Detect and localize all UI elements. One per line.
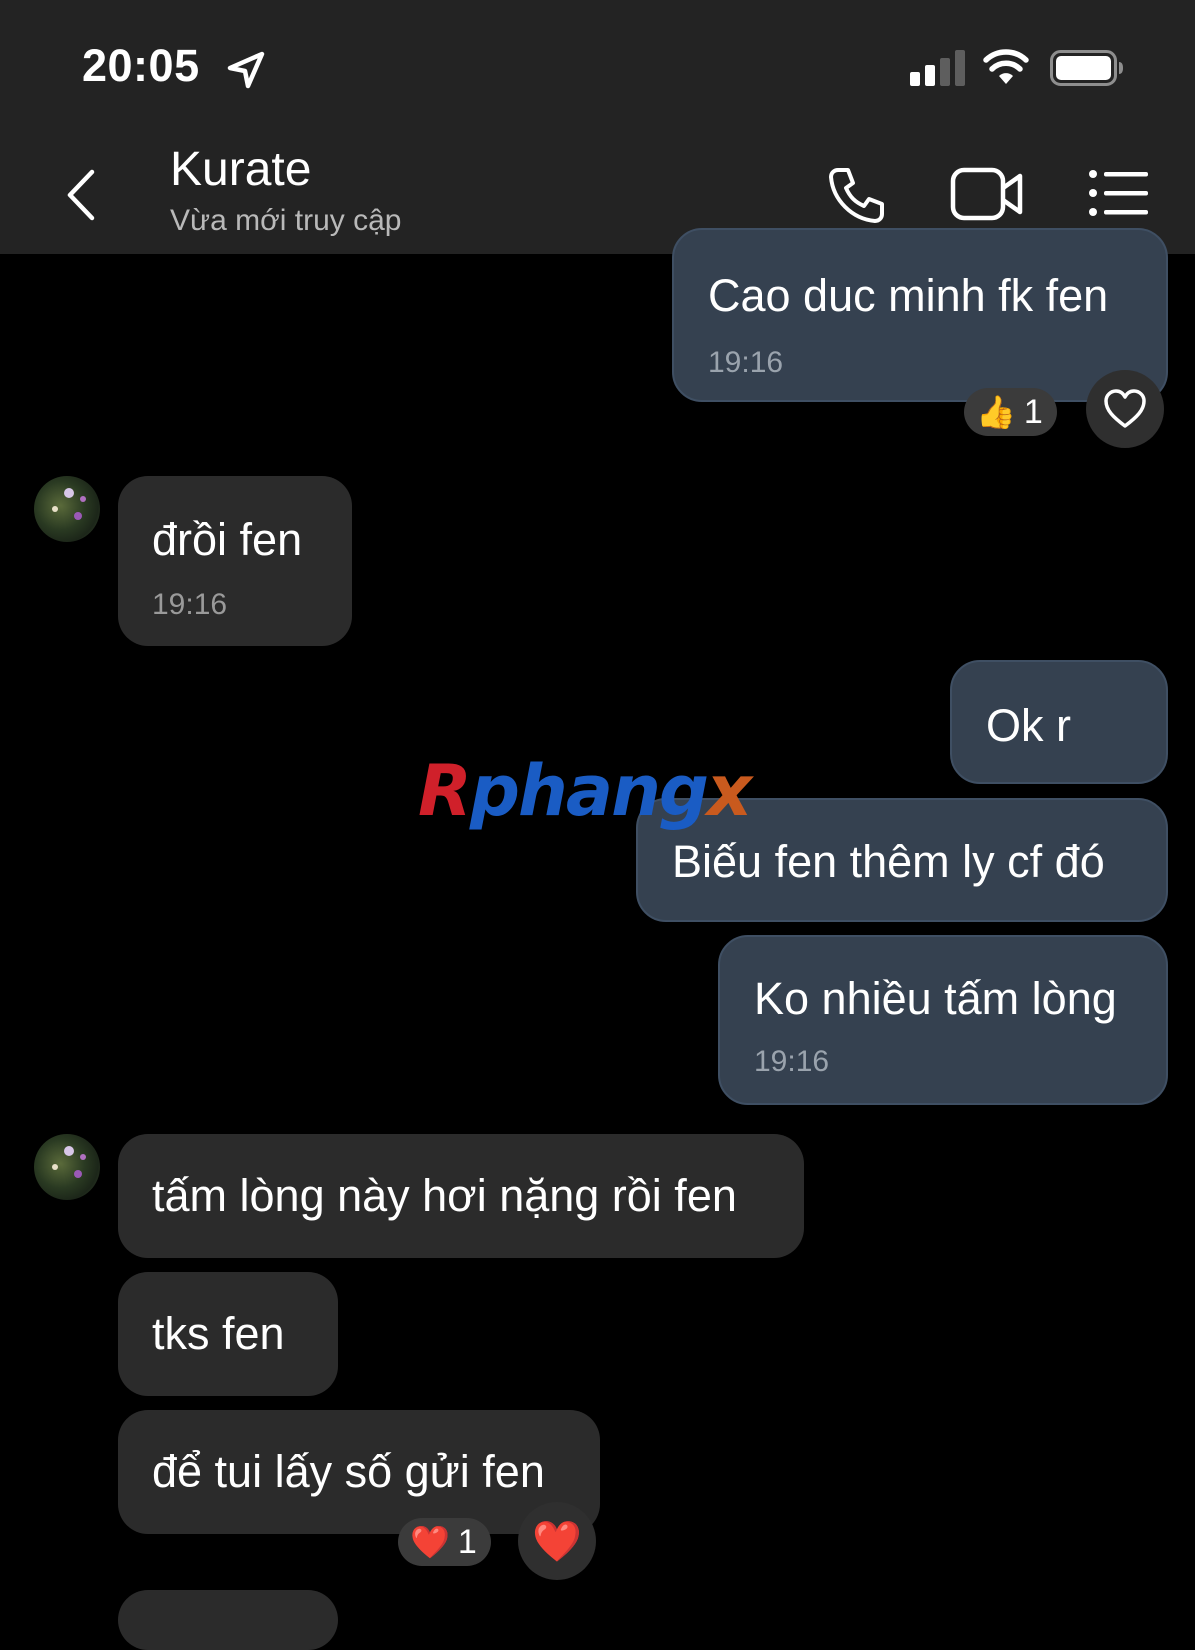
message-time: 19:16	[708, 346, 784, 379]
message-time: 19:16	[152, 588, 228, 621]
watermark-logo: Rphangx	[418, 750, 752, 832]
message-bubble-outgoing[interactable]: Ko nhiều tấm lòng 19:16	[718, 935, 1168, 1105]
message-text: tấm lòng này hơi nặng rồi fen	[152, 1170, 737, 1221]
message-bubble-outgoing[interactable]: Cao duc minh fk fen 19:16	[672, 228, 1168, 402]
reaction-count: 1	[1023, 392, 1043, 431]
contact-avatar[interactable]	[34, 1134, 100, 1200]
message-bubble-incoming-partial[interactable]	[118, 1590, 338, 1650]
thumbs-up-emoji: 👍	[976, 394, 1016, 430]
back-chevron-icon[interactable]	[62, 168, 102, 222]
heart-outline-icon	[1104, 389, 1146, 428]
status-time: 20:05	[82, 40, 200, 91]
message-text: đrồi fen	[152, 514, 303, 565]
react-heart-button[interactable]	[1086, 370, 1164, 448]
react-heart-button[interactable]: ❤️	[518, 1502, 596, 1580]
contact-avatar[interactable]	[34, 476, 100, 542]
message-bubble-outgoing[interactable]: Ok r	[950, 660, 1168, 784]
message-text: Ko nhiều tấm lòng	[754, 973, 1117, 1024]
message-text: Biếu fen thêm ly cf đó	[672, 836, 1105, 887]
heart-filled-icon: ❤️	[532, 1519, 582, 1564]
reaction-summary[interactable]: 👍 1	[964, 388, 1057, 436]
message-text: tks fen	[152, 1308, 285, 1359]
status-bar: 20:05	[0, 0, 1195, 128]
message-time: 19:16	[754, 1045, 830, 1078]
message-bubble-incoming[interactable]: tấm lòng này hơi nặng rồi fen	[118, 1134, 804, 1258]
location-arrow-icon	[227, 51, 265, 89]
message-text: Cao duc minh fk fen	[708, 270, 1109, 321]
cellular-signal-icon	[910, 50, 965, 86]
message-text: để tui lấy số gửi fen	[152, 1446, 545, 1497]
wifi-icon	[983, 49, 1029, 84]
list-menu-icon[interactable]	[1088, 168, 1148, 218]
heart-emoji: ❤️	[410, 1524, 450, 1560]
reaction-summary[interactable]: ❤️ 1	[398, 1518, 491, 1566]
reaction-count: 1	[457, 1522, 477, 1561]
contact-status: Vừa mới truy cập	[170, 204, 402, 237]
phone-call-icon[interactable]	[826, 164, 888, 226]
message-bubble-incoming[interactable]: tks fen	[118, 1272, 338, 1396]
message-text: Ok r	[986, 700, 1071, 751]
contact-name[interactable]: Kurate	[170, 142, 311, 197]
video-call-icon[interactable]	[950, 166, 1024, 222]
message-bubble-incoming[interactable]: đrồi fen 19:16	[118, 476, 352, 646]
battery-icon	[1050, 50, 1123, 86]
